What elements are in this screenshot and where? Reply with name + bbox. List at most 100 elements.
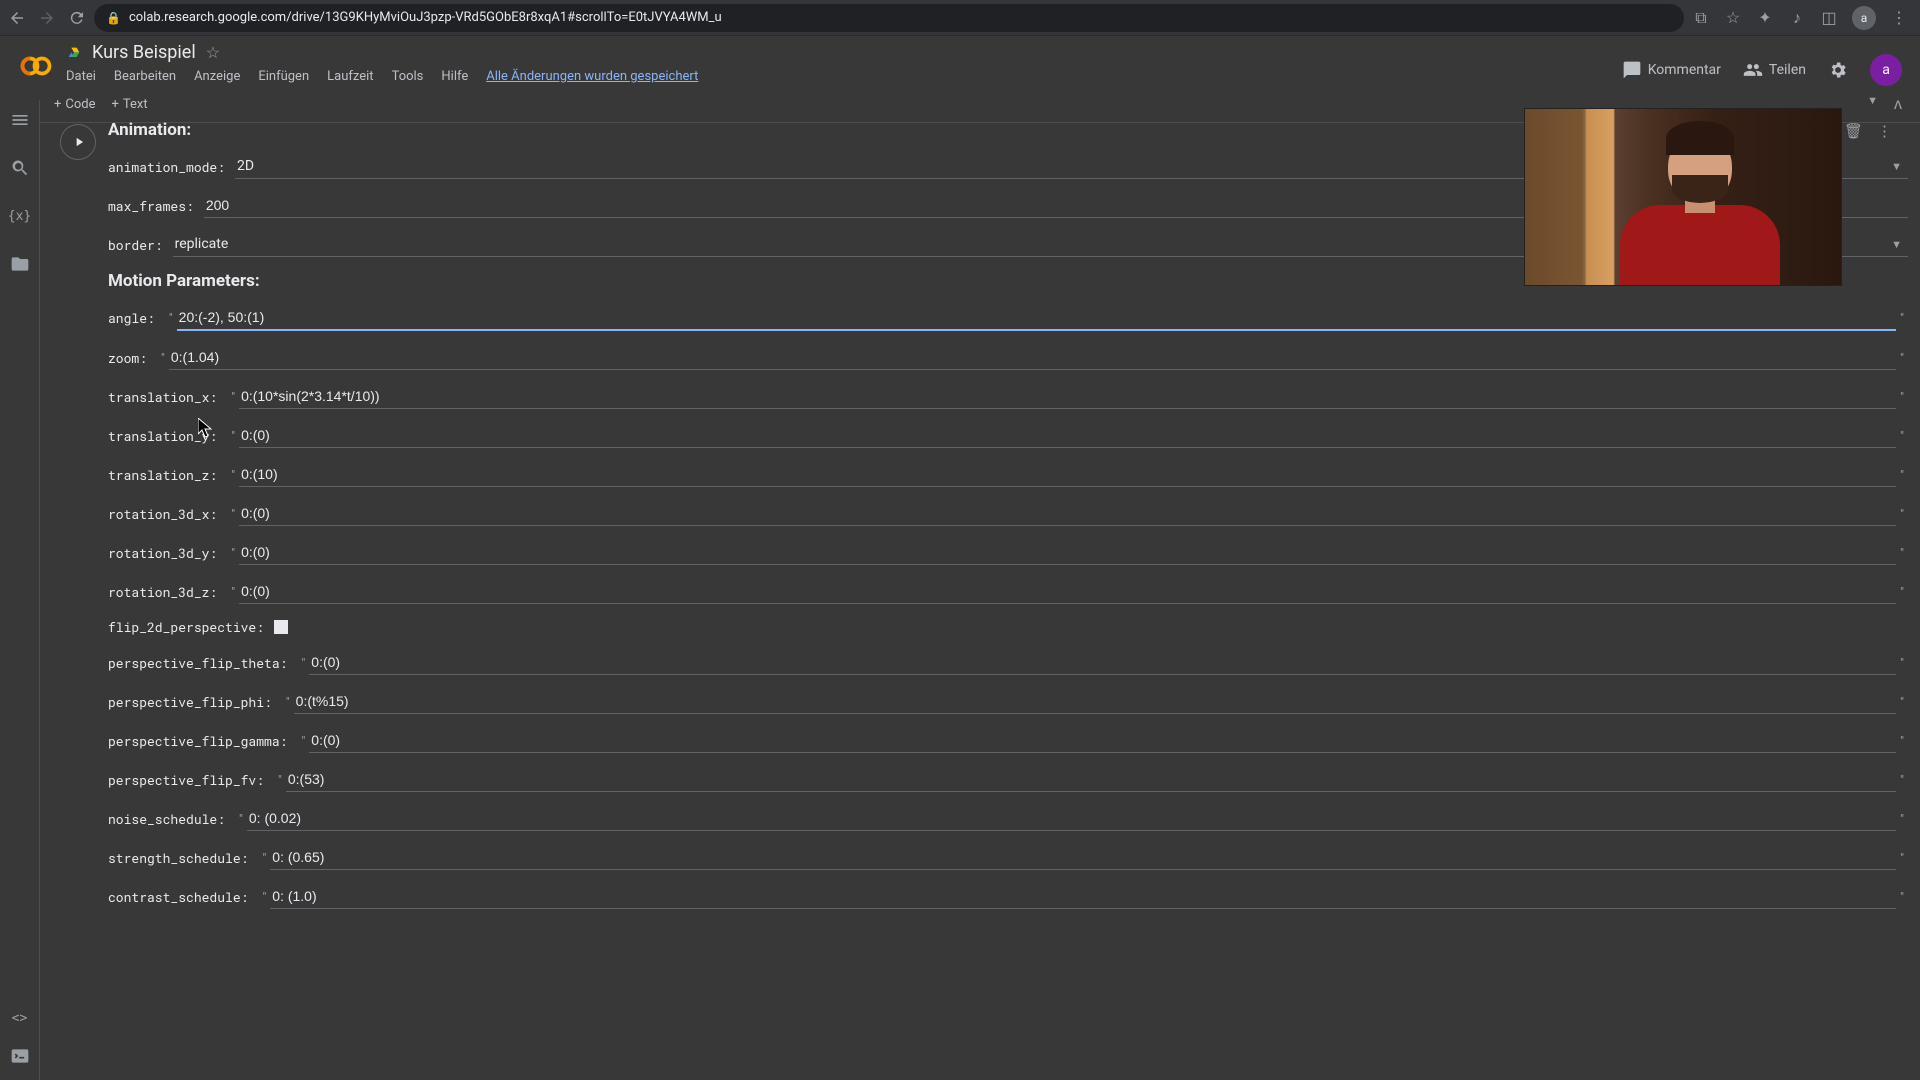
- field-row-contrast-schedule: contrast_schedule:"": [108, 884, 1908, 909]
- sidepanel-icon[interactable]: ◫: [1820, 9, 1838, 27]
- quote-icon: ": [282, 695, 294, 709]
- music-icon[interactable]: ♪: [1788, 9, 1806, 27]
- field-row-angle: angle:"": [108, 305, 1908, 331]
- strength-schedule-input[interactable]: [270, 845, 1896, 870]
- browser-chrome: 🔒 colab.research.google.com/drive/13G9KH…: [0, 0, 1920, 36]
- menu-bearbeiten[interactable]: Bearbeiten: [114, 69, 176, 84]
- cell-menu-icon[interactable]: ⋮: [1877, 122, 1892, 140]
- colab-header: Kurs Beispiel ☆ Datei Bearbeiten Anzeige…: [0, 36, 1920, 86]
- field-label: border:: [108, 236, 163, 254]
- angle-input[interactable]: [177, 305, 1897, 331]
- url-text: colab.research.google.com/drive/13G9KHyM…: [129, 10, 722, 25]
- quote-icon: ": [165, 311, 177, 325]
- field-row-rotation-3d-x: rotation_3d_x:"": [108, 501, 1908, 526]
- field-row-translation-y: translation_y:"": [108, 423, 1908, 448]
- user-avatar[interactable]: a: [1870, 54, 1902, 86]
- url-bar[interactable]: 🔒 colab.research.google.com/drive/13G9KH…: [94, 4, 1684, 32]
- terminal-icon[interactable]: [10, 1046, 30, 1066]
- quote-icon: ": [227, 507, 239, 521]
- quote-icon: ": [258, 851, 270, 865]
- field-label: translation_z:: [108, 466, 217, 484]
- bookmark-icon[interactable]: ☆: [1724, 9, 1742, 27]
- toc-icon[interactable]: [10, 110, 30, 130]
- browser-avatar[interactable]: a: [1852, 6, 1876, 30]
- field-row-zoom: zoom:"": [108, 345, 1908, 370]
- noise-schedule-input[interactable]: [247, 806, 1896, 831]
- rotation-3d-x-input[interactable]: [239, 501, 1896, 526]
- browser-menu-icon[interactable]: ⋮: [1890, 9, 1908, 27]
- field-row-noise-schedule: noise_schedule:"": [108, 806, 1908, 831]
- field-label: rotation_3d_z:: [108, 583, 217, 601]
- translation-x-input[interactable]: [239, 384, 1896, 409]
- perspective-flip-theta-input[interactable]: [309, 650, 1896, 675]
- code-snippets-icon[interactable]: <>: [10, 1008, 30, 1028]
- perspective-flip-gamma-input[interactable]: [309, 728, 1896, 753]
- field-label: perspective_flip_gamma:: [108, 732, 287, 750]
- quote-icon: ": [1896, 585, 1908, 599]
- menu-laufzeit[interactable]: Laufzeit: [327, 69, 373, 84]
- quote-icon: ": [227, 429, 239, 443]
- field-label: perspective_flip_phi:: [108, 693, 272, 711]
- quote-icon: ": [157, 351, 169, 365]
- menu-einfuegen[interactable]: Einfügen: [258, 69, 309, 84]
- save-status[interactable]: Alle Änderungen wurden gespeichert: [486, 69, 698, 84]
- quote-icon: ": [1896, 656, 1908, 670]
- field-row-translation-x: translation_x:"": [108, 384, 1908, 409]
- extensions-icon[interactable]: ✦: [1756, 9, 1774, 27]
- forward-icon[interactable]: [38, 9, 56, 27]
- quote-icon: ": [258, 890, 270, 904]
- quote-icon: ": [297, 734, 309, 748]
- variables-icon[interactable]: {x}: [10, 206, 30, 226]
- back-icon[interactable]: [8, 9, 26, 27]
- quote-icon: ": [1896, 812, 1908, 826]
- perspective-flip-phi-input[interactable]: [294, 689, 1896, 714]
- quote-icon: ": [1896, 429, 1908, 443]
- share-button[interactable]: Teilen: [1743, 60, 1806, 80]
- rotation-3d-z-input[interactable]: [239, 579, 1896, 604]
- menu-hilfe[interactable]: Hilfe: [441, 69, 468, 84]
- field-label: rotation_3d_x:: [108, 505, 217, 523]
- field-label: strength_schedule:: [108, 849, 248, 867]
- quote-icon: ": [1896, 734, 1908, 748]
- settings-button[interactable]: [1828, 60, 1848, 80]
- rotation-3d-y-input[interactable]: [239, 540, 1896, 565]
- perspective-flip-fv-input[interactable]: [286, 767, 1896, 792]
- notebook-title[interactable]: Kurs Beispiel: [92, 42, 196, 63]
- search-icon[interactable]: [10, 158, 30, 178]
- files-icon[interactable]: [10, 254, 30, 274]
- comment-label: Kommentar: [1648, 62, 1721, 78]
- quote-icon: ": [227, 468, 239, 482]
- field-row-rotation-3d-z: rotation_3d_z:"": [108, 579, 1908, 604]
- quote-icon: ": [235, 812, 247, 826]
- field-row-perspective-flip-gamma: perspective_flip_gamma: " ": [108, 728, 1908, 753]
- field-label: perspective_flip_fv:: [108, 771, 264, 789]
- field-label: perspective_flip_theta:: [108, 654, 287, 672]
- field-label: max_frames:: [108, 197, 194, 215]
- translation-z-input[interactable]: [239, 462, 1896, 487]
- quote-icon: ": [1896, 311, 1908, 325]
- quote-icon: ": [274, 773, 286, 787]
- cell-delete-icon[interactable]: 🗑: [1844, 122, 1863, 140]
- quote-icon: ": [1896, 773, 1908, 787]
- reload-icon[interactable]: [68, 9, 86, 27]
- zoom-input[interactable]: [169, 345, 1896, 370]
- quote-icon: ": [1896, 468, 1908, 482]
- contrast-schedule-input[interactable]: [270, 884, 1896, 909]
- quote-icon: ": [1896, 546, 1908, 560]
- translate-icon[interactable]: ⧉: [1692, 9, 1710, 27]
- field-row-rotation-3d-y: rotation_3d_y:"": [108, 540, 1908, 565]
- comment-button[interactable]: Kommentar: [1622, 60, 1721, 80]
- flip-2d-perspective-checkbox[interactable]: [274, 620, 288, 634]
- menu-datei[interactable]: Datei: [66, 69, 96, 84]
- field-row-perspective-flip-phi: perspective_flip_phi:"": [108, 689, 1908, 714]
- menu-tools[interactable]: Tools: [392, 69, 424, 84]
- star-icon[interactable]: ☆: [206, 43, 220, 62]
- run-button[interactable]: [60, 124, 96, 160]
- translation-y-input[interactable]: [239, 423, 1896, 448]
- field-row-strength-schedule: strength_schedule:"": [108, 845, 1908, 870]
- menu-anzeige[interactable]: Anzeige: [194, 69, 240, 84]
- field-label: rotation_3d_y:: [108, 544, 217, 562]
- field-label: flip_2d_perspective:: [108, 618, 264, 636]
- menu-bar: Datei Bearbeiten Anzeige Einfügen Laufze…: [66, 69, 1622, 84]
- colab-logo-icon[interactable]: [18, 48, 54, 84]
